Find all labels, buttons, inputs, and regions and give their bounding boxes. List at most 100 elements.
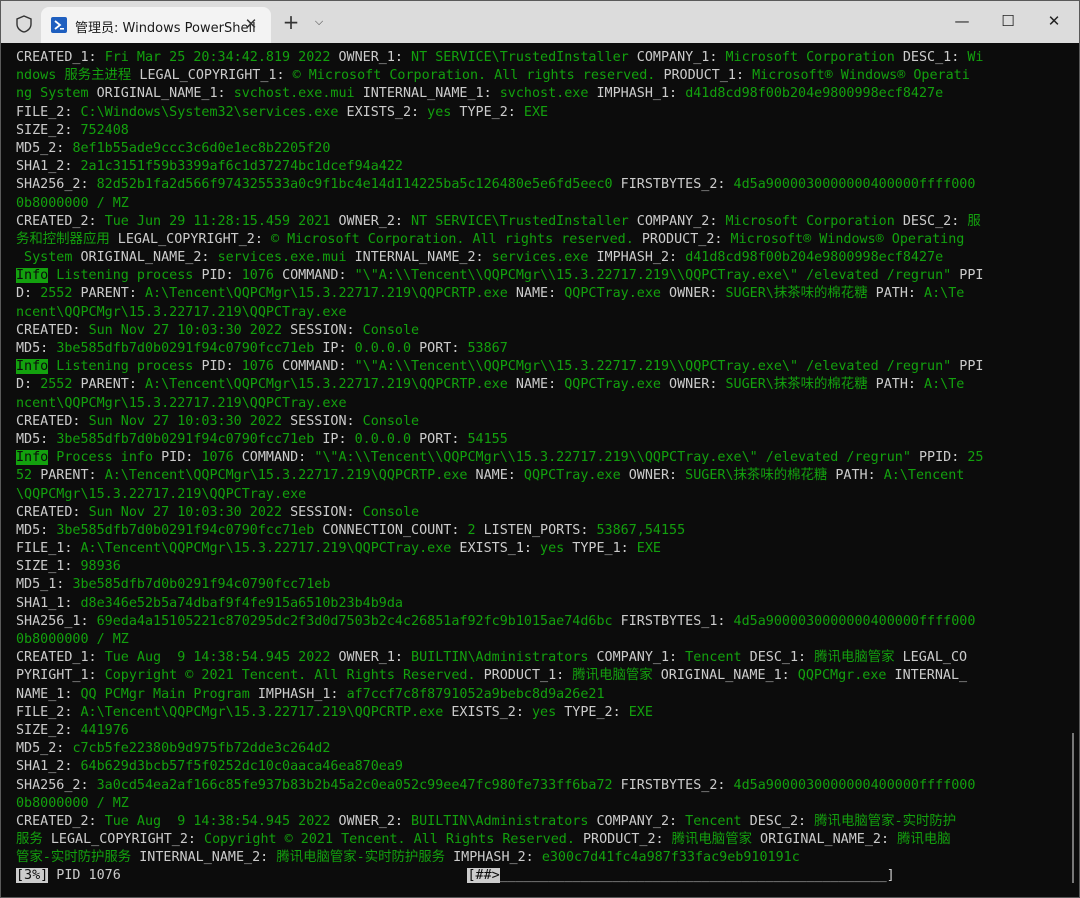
terminal-text: 务和控制器应用 [16,231,118,247]
terminal-text: IMPHASH_1: [596,86,686,102]
terminal-text: CREATED_2: [16,213,105,229]
terminal-text: "\"A:\\Tencent\\QQPCMgr\\15.3.22717.219\… [354,268,960,284]
terminal-text: LEGAL_COPYRIGHT_2: [50,832,205,848]
terminal-text: COMPANY_1: [636,50,726,65]
terminal-text: CONNECTION_COUNT: [322,522,468,538]
terminal-text: SESSION: [290,413,363,429]
terminal-text: Fri Mar 25 20:34:42.819 2022 [104,50,339,65]
terminal-line: SIZE_1: 98936 [16,558,1061,576]
close-button[interactable]: ✕ [1031,1,1077,41]
terminal-text: CREATED_2: [16,813,105,829]
terminal-text: yes [531,704,565,720]
tab-close-icon[interactable]: ✕ [241,14,261,34]
terminal-text: 1076 [241,268,283,284]
terminal-text: MD5: [16,431,57,447]
minimize-button[interactable]: — [939,1,985,41]
terminal-text: IMPHASH_2: [596,250,686,266]
title-bar[interactable]: 管理员: Windows PowerShell ✕ + ⌵ — ☐ ✕ [1,1,1079,43]
terminal-text: LISTEN_PORTS: [483,522,597,538]
terminal-text: © Microsoft Corporation. All rights rese… [292,68,664,84]
terminal-text: SHA1_1: [16,595,81,611]
terminal-line: MD5_2: c7cb5fe22380b9d975fb72dde3c264d2 [16,740,1061,758]
terminal-text: svchost.exe [499,86,597,102]
terminal-text: PRODUCT_2: [582,832,672,848]
terminal-text: DESC_1: [902,50,968,65]
terminal-text: PRODUCT_2: [641,231,731,247]
terminal-text: e300c7d41fc4a987f33fac9eb910191c [541,850,800,866]
terminal-text: Console [362,322,420,338]
powershell-window: 管理员: Windows PowerShell ✕ + ⌵ — ☐ ✕ CREA… [0,0,1080,898]
terminal-text: ORIGINAL_NAME_1: [660,668,798,684]
terminal-text: OWNER_1: [338,50,412,65]
terminal-text: "\"A:\\Tencent\\QQPCMgr\\15.3.22717.219\… [354,359,960,375]
terminal-line: 管家-实时防护服务 INTERNAL_NAME_2: 腾讯电脑管家-实时防护服务… [16,849,1061,867]
terminal-output[interactable]: CREATED_1: Fri Mar 25 20:34:42.819 2022 … [1,43,1075,897]
terminal-text: Wi [967,50,984,65]
terminal-text: TYPE_2: [564,704,629,720]
terminal-text: services.exe [491,250,597,266]
terminal-text: PYRIGHT_1: [16,668,105,684]
terminal-line: NAME_1: QQ PCMgr Main Program IMPHASH_1:… [16,686,1061,704]
terminal-text: SUGER\抹茶味的棉花糖 [685,468,836,484]
new-tab-button[interactable]: + [281,12,301,32]
terminal-text: "\"A:\\Tencent\\QQPCMgr\\15.3.22717.219\… [314,450,919,466]
terminal-line: 务和控制器应用 LEGAL_COPYRIGHT_2: © Microsoft C… [16,231,1061,249]
terminal-line: CREATED_2: Tue Aug 9 14:38:54.945 2022 O… [16,813,1061,831]
terminal-text: QQPCMgr.exe [797,668,895,684]
terminal-text: ng System [16,86,97,102]
terminal-text: ndows 服务主进程 [16,68,140,84]
terminal-text: 0.0.0.0 [354,431,420,447]
terminal-text: NT SERVICE\TrustedInstaller [411,213,637,229]
terminal-text: Process info [48,450,162,466]
terminal-text: 2 [467,522,484,538]
terminal-line: ndows 服务主进程 LEGAL_COPYRIGHT_1: © Microso… [16,67,1061,85]
terminal-text: TYPE_2: [459,104,524,120]
terminal-text: OWNER: [628,468,686,484]
terminal-text: PATH: [835,468,884,484]
terminal-text: IP: [322,341,355,356]
terminal-text: ORIGINAL_NAME_2: [80,250,218,266]
terminal-text: CREATED: [16,504,89,520]
terminal-text: MD5_2: [16,741,73,757]
terminal-line: D: 2552 PARENT: A:\Tencent\QQPCMgr\15.3.… [16,376,1061,394]
terminal-text: OWNER_1: [338,650,412,666]
terminal-text: EXE [636,541,661,557]
terminal-text: System [16,250,81,266]
terminal-text: BUILTIN\Administrators [411,813,597,829]
terminal-line: MD5: 3be585dfb7d0b0291f94c0790fcc71eb IP… [16,340,1061,358]
terminal-line: CREATED_1: Fri Mar 25 20:34:42.819 2022 … [16,49,1061,67]
terminal-text: ncent\QQPCMgr\15.3.22717.219\QQPCTray.ex… [16,304,347,320]
terminal-line: 0b8000000 / MZ [16,195,1061,213]
shield-icon[interactable] [13,13,35,35]
terminal-line: System ORIGINAL_NAME_2: services.exe.mui… [16,249,1061,267]
terminal-text: yes [427,104,460,120]
terminal-text: QQPCTray.exe [523,468,629,484]
terminal-text: PATH: [875,377,925,393]
terminal-text: MD5: [16,522,57,538]
terminal-text: INTERNAL_NAME_1: [362,86,500,102]
terminal-text: MD5_2: [16,140,73,156]
terminal-text: 腾讯电脑 [897,832,951,848]
terminal-text: COMMAND: [282,359,355,375]
terminal-text: Tue Jun 29 11:28:15.459 2021 [104,213,339,229]
terminal-text: ORIGINAL_NAME_2: [760,832,898,848]
terminal-text: PPI [959,268,984,284]
scrollbar[interactable] [1071,43,1075,897]
terminal-text: COMMAND: [282,268,355,284]
terminal-line: CREATED: Sun Nov 27 10:03:30 2022 SESSIO… [16,504,1061,522]
terminal-text: PID 1076 [48,868,468,884]
terminal-text: 82d52b1fa2d566f974325533a0c9f1bc4e14d114… [96,177,621,193]
terminal-line: FILE_1: A:\Tencent\QQPCMgr\15.3.22717.21… [16,540,1061,558]
terminal-text: EXISTS_2: [451,704,532,720]
terminal-line: CREATED: Sun Nov 27 10:03:30 2022 SESSIO… [16,322,1061,340]
scrollbar-thumb[interactable] [1072,733,1074,883]
info-badge: Info [16,359,49,375]
terminal-text: QQ PCMgr Main Program [80,686,258,702]
tab-powershell[interactable]: 管理员: Windows PowerShell ✕ [41,7,271,43]
terminal-text: COMPANY_2: [636,213,726,229]
terminal-text: 腾讯电脑管家-实时防护服务 [276,850,454,866]
chevron-down-icon[interactable]: ⌵ [310,12,328,32]
maximize-button[interactable]: ☐ [985,1,1031,41]
terminal-text: SHA1_2: [16,759,81,775]
terminal-text: INTERNAL_ [894,668,968,684]
